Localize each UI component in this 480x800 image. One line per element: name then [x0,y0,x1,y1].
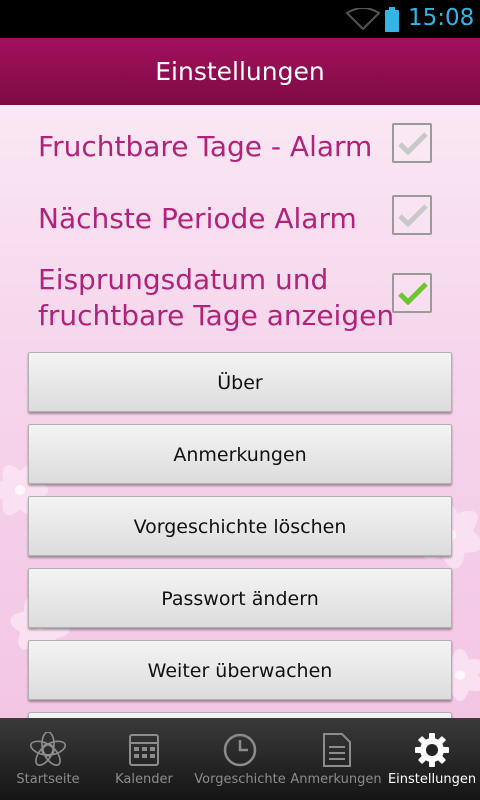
tab-label: Vorgeschichte [194,772,286,787]
tab-kalender[interactable]: Kalender [96,718,192,800]
change-password-button[interactable]: Passwort ändern [28,568,452,628]
setting-show-ovulation-label: Eisprungsdatum und fruchtbare Tage anzei… [38,263,395,332]
tab-label: Anmerkungen [290,772,382,787]
checkmark-icon [398,132,428,155]
page-title: Einstellungen [0,38,480,105]
fertile-days-alarm-checkbox[interactable] [392,123,432,163]
next-period-alarm-checkbox[interactable] [392,195,432,235]
clear-history-button[interactable]: Vorgeschichte löschen [28,496,452,556]
tab-label: Einstellungen [387,772,477,787]
about-button[interactable]: Über [28,352,452,412]
setting-fertile-days-alarm-label: Fruchtbare Tage - Alarm [38,130,373,163]
gear-icon [415,733,449,767]
notes-icon [323,733,351,767]
notes-button[interactable]: Anmerkungen [28,424,452,484]
clock-icon [223,733,257,767]
tab-anmerkungen[interactable]: Anmerkungen [288,718,384,800]
setting-next-period-alarm-label: Nächste Periode Alarm [38,202,357,235]
calendar-icon [129,734,159,766]
tab-vorgeschichte[interactable]: Vorgeschichte [192,718,288,800]
bottom-tab-bar: Startseite Kalender Vorgeschichte Anmerk… [0,718,480,800]
tab-startseite[interactable]: Startseite [0,718,96,800]
flower-icon [29,732,67,766]
checkmark-icon [398,282,428,305]
continue-monitoring-button[interactable]: Weiter überwachen [28,640,452,700]
settings-panel: Fruchtbare Tage - Alarm Nächste Periode … [0,105,480,718]
wifi-icon [345,7,381,34]
tab-label: Startseite [16,772,80,787]
tab-label: Kalender [115,772,173,787]
checkmark-icon [398,204,428,227]
status-bar: 15:08 [0,0,480,38]
show-ovulation-checkbox[interactable] [392,273,432,313]
tab-einstellungen[interactable]: Einstellungen [384,718,480,800]
clock-time: 15:08 [408,5,475,31]
battery-icon [384,7,400,37]
